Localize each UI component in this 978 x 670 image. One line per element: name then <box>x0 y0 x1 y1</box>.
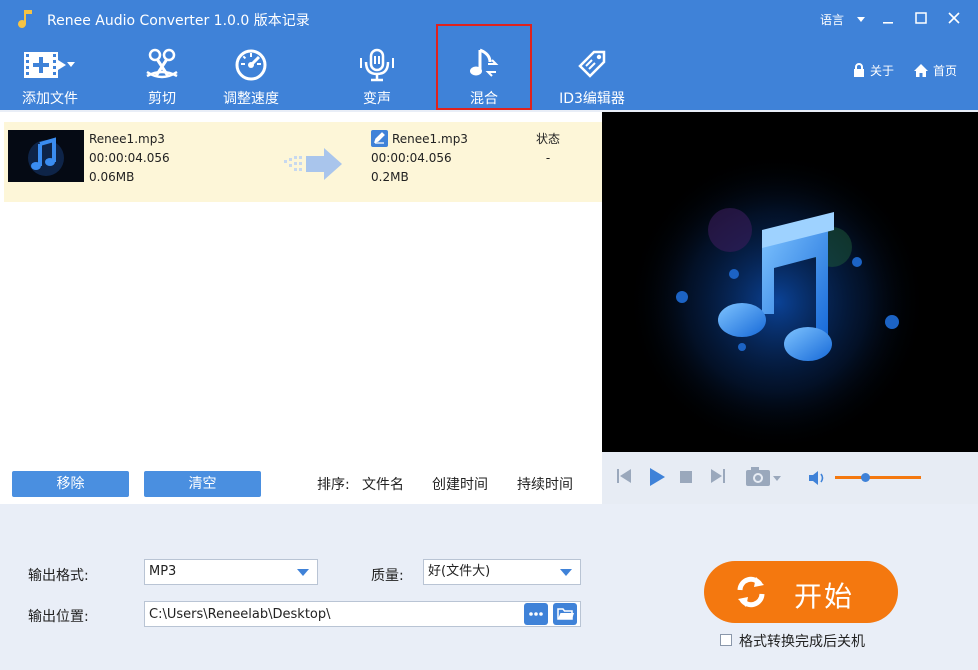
clear-button[interactable]: 清空 <box>144 471 261 497</box>
skip-previous-icon[interactable] <box>616 467 632 485</box>
music-note-thumbnail-icon <box>28 137 64 176</box>
about-label: 关于 <box>870 64 895 78</box>
player-controls <box>602 452 978 504</box>
file-row[interactable]: Renee1.mp3 00:00:04.056 0.06MB Renee1.mp… <box>4 122 602 202</box>
edit-icon[interactable] <box>371 130 388 147</box>
status-value: - <box>545 151 551 165</box>
volume-icon[interactable] <box>808 470 826 486</box>
home-label: 首页 <box>933 64 958 78</box>
skip-next-icon[interactable] <box>710 467 726 485</box>
speed-button[interactable]: 调整速度 <box>216 38 286 110</box>
output-file-info: Renee1.mp3 00:00:04.056 0.2MB <box>371 130 468 187</box>
add-file-button[interactable]: 添加文件 <box>8 38 92 110</box>
folder-icon <box>557 608 574 620</box>
music-mix-icon <box>470 48 499 77</box>
more-dots-icon <box>529 612 543 616</box>
home-link[interactable]: 首页 <box>913 62 957 79</box>
quality-label: 质量: <box>371 568 404 584</box>
home-icon <box>914 64 928 77</box>
output-settings: 输出格式: MP3 质量: 好(文件大) 输出位置: 开始 格式转换完成后关机 <box>0 504 978 670</box>
output-format-label: 输出格式: <box>28 568 89 584</box>
mix-button[interactable]: 混合 <box>436 24 532 110</box>
music-note-logo-icon <box>18 10 32 28</box>
toolbar: 添加文件 剪切 调整速度 变声 混合 ID3编辑器 关于 首页 <box>0 24 978 110</box>
preview-panel <box>602 112 978 452</box>
browse-button[interactable] <box>524 603 548 625</box>
open-folder-button[interactable] <box>553 603 577 625</box>
output-format-select[interactable]: MP3 <box>144 559 318 585</box>
voice-change-label: 变声 <box>363 91 391 107</box>
sort-by-duration[interactable]: 持续时间 <box>517 474 573 494</box>
source-file-info: Renee1.mp3 00:00:04.056 0.06MB <box>89 130 170 187</box>
source-file-duration: 00:00:04.056 <box>89 151 170 165</box>
output-location-input[interactable] <box>144 601 581 627</box>
start-label: 开始 <box>794 580 855 613</box>
window-title: Renee Audio Converter 1.0.0 版本记录 <box>47 13 310 29</box>
cut-button[interactable]: 剪切 <box>126 38 198 110</box>
minimize-icon[interactable] <box>880 10 896 26</box>
film-add-icon <box>24 52 75 78</box>
close-icon[interactable] <box>946 10 962 26</box>
file-thumbnail <box>8 130 84 182</box>
microphone-icon <box>360 48 394 82</box>
camera-icon[interactable] <box>745 466 783 488</box>
sort-label: 排序: <box>317 477 350 493</box>
start-button[interactable]: 开始 <box>704 561 898 623</box>
lock-icon <box>854 63 864 77</box>
tag-edit-icon <box>578 50 606 78</box>
speedometer-icon <box>235 49 267 81</box>
about-link[interactable]: 关于 <box>852 62 894 79</box>
remove-button[interactable]: 移除 <box>12 471 129 497</box>
volume-slider[interactable] <box>835 476 921 479</box>
id3-editor-label: ID3编辑器 <box>559 91 625 107</box>
refresh-icon <box>737 576 765 608</box>
add-file-label: 添加文件 <box>22 91 78 107</box>
sort-by-created-time[interactable]: 创建时间 <box>432 474 488 494</box>
shutdown-label: 格式转换完成后关机 <box>739 634 865 650</box>
output-format-value: MP3 <box>149 564 177 579</box>
convert-arrow-icon <box>284 148 342 180</box>
play-icon[interactable] <box>647 467 667 487</box>
output-file-duration: 00:00:04.056 <box>371 151 452 165</box>
chevron-down-icon[interactable] <box>854 12 868 26</box>
quality-value: 好(文件大) <box>428 564 491 579</box>
mix-label: 混合 <box>470 91 498 107</box>
cut-label: 剪切 <box>148 91 176 107</box>
output-location-label: 输出位置: <box>28 609 89 625</box>
maximize-icon[interactable] <box>913 10 929 26</box>
output-file-size: 0.2MB <box>371 170 409 184</box>
stop-icon[interactable] <box>680 471 692 483</box>
chevron-down-icon <box>560 569 572 576</box>
status-column: 状态 - <box>532 130 564 168</box>
quality-select[interactable]: 好(文件大) <box>423 559 581 585</box>
language-menu[interactable]: 语言 <box>820 11 844 28</box>
file-list: Renee1.mp3 00:00:04.056 0.06MB Renee1.mp… <box>0 112 602 462</box>
speed-label: 调整速度 <box>223 91 279 107</box>
sort-by-filename[interactable]: 文件名 <box>362 474 404 494</box>
shutdown-checkbox[interactable] <box>720 634 732 646</box>
source-file-name: Renee1.mp3 <box>89 132 165 146</box>
volume-slider-handle[interactable] <box>861 473 871 482</box>
id3-editor-button[interactable]: ID3编辑器 <box>552 38 632 110</box>
status-header: 状态 <box>535 132 560 146</box>
output-file-name: Renee1.mp3 <box>392 132 468 146</box>
list-footer: 移除 清空 排序: 文件名 创建时间 持续时间 <box>0 462 602 504</box>
scissors-icon <box>146 48 178 79</box>
voice-change-button[interactable]: 变声 <box>346 38 408 110</box>
music-note-preview-icon <box>627 152 927 452</box>
chevron-down-icon <box>297 569 309 576</box>
source-file-size: 0.06MB <box>89 170 135 184</box>
